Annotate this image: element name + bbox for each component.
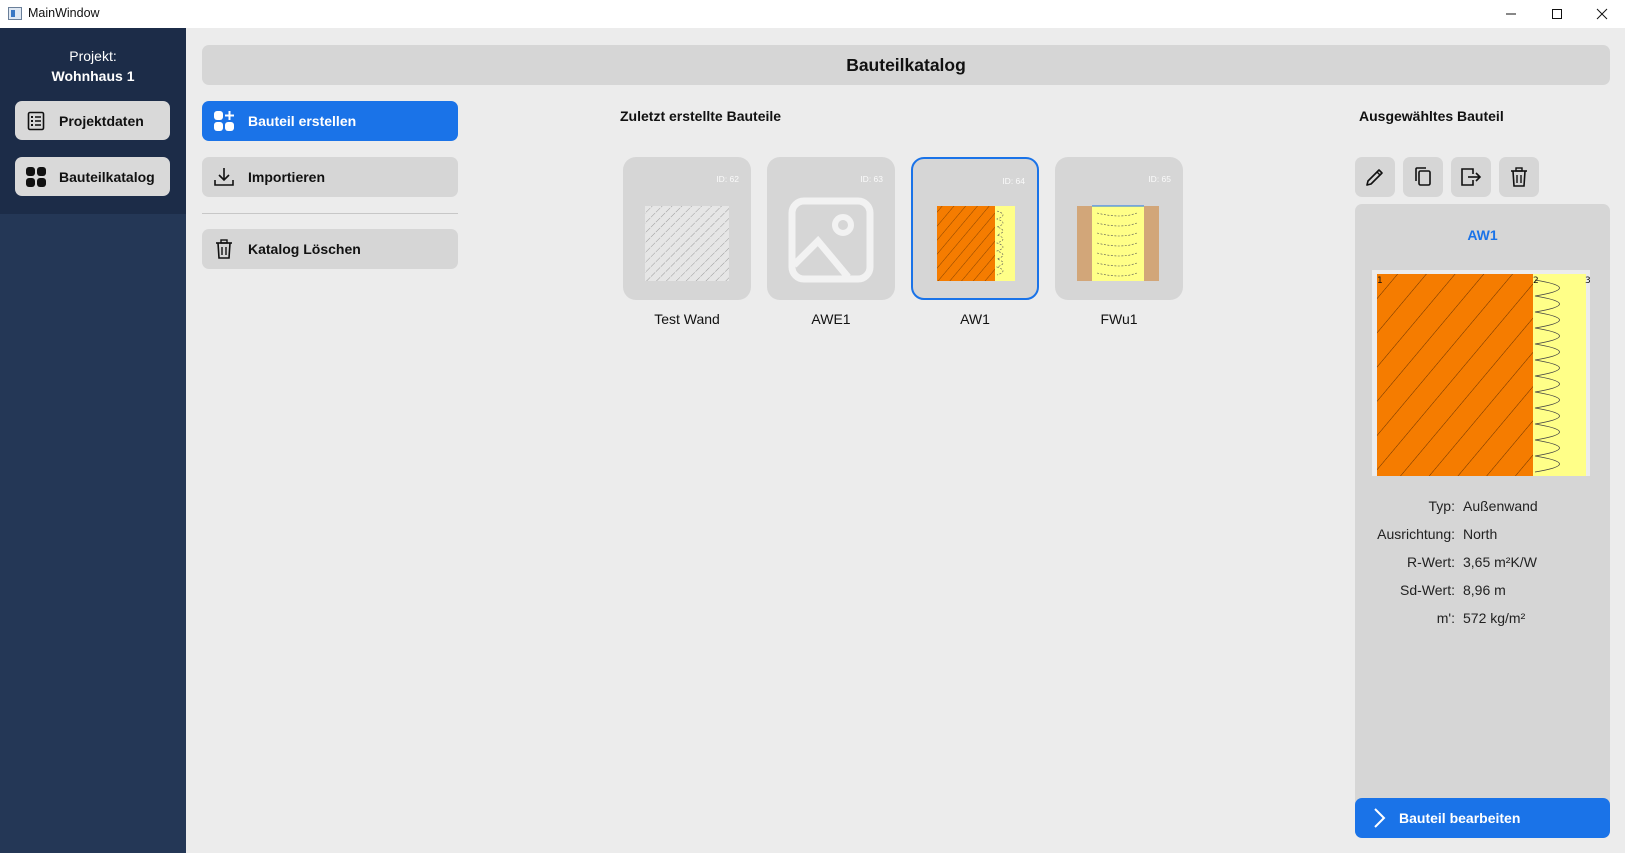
component-id: ID: 62	[716, 174, 739, 184]
trash-icon	[212, 237, 236, 261]
edit-component-label: Bauteil bearbeiten	[1399, 810, 1521, 826]
component-card-fwu1[interactable]: ID: 65	[1055, 157, 1183, 300]
sidebar-item-label: Projektdaten	[59, 112, 144, 129]
project-label: Projekt:	[69, 48, 117, 64]
prop-value: Außenwand	[1463, 498, 1538, 514]
prop-key: Sd-Wert:	[1400, 582, 1455, 598]
create-component-button[interactable]: Bauteil erstellen	[202, 101, 458, 141]
create-component-label: Bauteil erstellen	[248, 113, 357, 129]
download-icon	[212, 165, 236, 189]
layer-marker: 3	[1585, 276, 1590, 286]
sidebar: Projekt: Wohnhaus 1 Projektdaten Bauteil…	[0, 28, 186, 853]
import-button[interactable]: Importieren	[202, 157, 458, 197]
layer-marker: 1	[1377, 276, 1383, 286]
list-icon	[25, 110, 47, 132]
prop-key: Ausrichtung:	[1377, 526, 1455, 542]
image-placeholder-icon	[788, 197, 874, 283]
copy-tool-button[interactable]	[1403, 157, 1443, 197]
component-card-awe1[interactable]: ID: 63	[767, 157, 895, 300]
component-name: FWu1	[1100, 311, 1138, 327]
project-name: Wohnhaus 1	[51, 68, 135, 84]
minimize-icon	[1506, 13, 1516, 15]
trash-icon	[1511, 167, 1527, 187]
close-icon	[1596, 8, 1608, 20]
app-icon	[8, 7, 22, 20]
component-id: ID: 63	[860, 174, 883, 184]
prop-value: 572 kg/m²	[1463, 610, 1526, 626]
component-id: ID: 65	[1148, 174, 1171, 184]
component-name: AW1	[960, 311, 990, 327]
grid-icon	[25, 166, 47, 188]
component-id: ID: 64	[1002, 176, 1025, 186]
maximize-icon	[1552, 9, 1562, 19]
add-grid-icon	[212, 109, 236, 133]
wood-insulation-thumbnail	[1077, 205, 1159, 281]
layer-marker: 2	[1533, 276, 1539, 286]
sidebar-item-projektdaten[interactable]: Projektdaten	[15, 101, 170, 140]
component-name: Test Wand	[654, 311, 720, 327]
page-header: Bauteilkatalog	[202, 45, 1610, 85]
selected-component-title: Ausgewähltes Bauteil	[1359, 108, 1504, 124]
chevron-right-icon	[1369, 806, 1389, 830]
import-label: Importieren	[248, 169, 326, 185]
copy-icon	[1415, 167, 1431, 186]
prop-key: Typ:	[1428, 498, 1455, 514]
export-tool-button[interactable]	[1451, 157, 1491, 197]
hatched-wall-thumbnail	[645, 206, 729, 281]
recent-components-title: Zuletzt erstellte Bauteile	[620, 108, 782, 124]
component-name: AWE1	[811, 311, 851, 327]
prop-value: 3,65 m²K/W	[1463, 554, 1537, 570]
brick-insulation-thumbnail	[937, 206, 1015, 281]
selected-component-name: AW1	[1467, 227, 1498, 243]
pencil-icon	[1366, 169, 1383, 186]
close-button[interactable]	[1579, 0, 1625, 28]
page-title: Bauteilkatalog	[846, 54, 966, 75]
window-title: MainWindow	[28, 6, 100, 20]
prop-value: North	[1463, 526, 1498, 542]
sidebar-item-label: Bauteilkatalog	[59, 168, 155, 185]
maximize-button[interactable]	[1534, 0, 1580, 28]
delete-catalog-label: Katalog Löschen	[248, 241, 361, 257]
sidebar-item-bauteilkatalog[interactable]: Bauteilkatalog	[15, 157, 170, 196]
component-card-aw1[interactable]: ID: 64	[911, 157, 1039, 300]
title-bar: MainWindow	[0, 0, 1625, 28]
selected-component-panel: AW1 1 2 3 Typ: Außenwand Ausrichtung: No…	[1355, 204, 1610, 824]
prop-value: 8,96 m	[1463, 582, 1506, 598]
prop-key: m':	[1436, 610, 1455, 626]
export-icon	[1461, 168, 1482, 186]
minimize-button[interactable]	[1488, 0, 1534, 28]
prop-key: R-Wert:	[1407, 554, 1455, 570]
project-header: Projekt: Wohnhaus 1 Projektdaten Bauteil…	[0, 28, 186, 214]
delete-catalog-button[interactable]: Katalog Löschen	[202, 229, 458, 269]
component-card-test-wand[interactable]: ID: 62	[623, 157, 751, 300]
edit-component-button[interactable]: Bauteil bearbeiten	[1355, 798, 1610, 838]
divider	[202, 213, 458, 214]
wall-layer-preview: 1 2 3	[1372, 270, 1590, 476]
delete-tool-button[interactable]	[1499, 157, 1539, 197]
edit-tool-button[interactable]	[1355, 157, 1395, 197]
